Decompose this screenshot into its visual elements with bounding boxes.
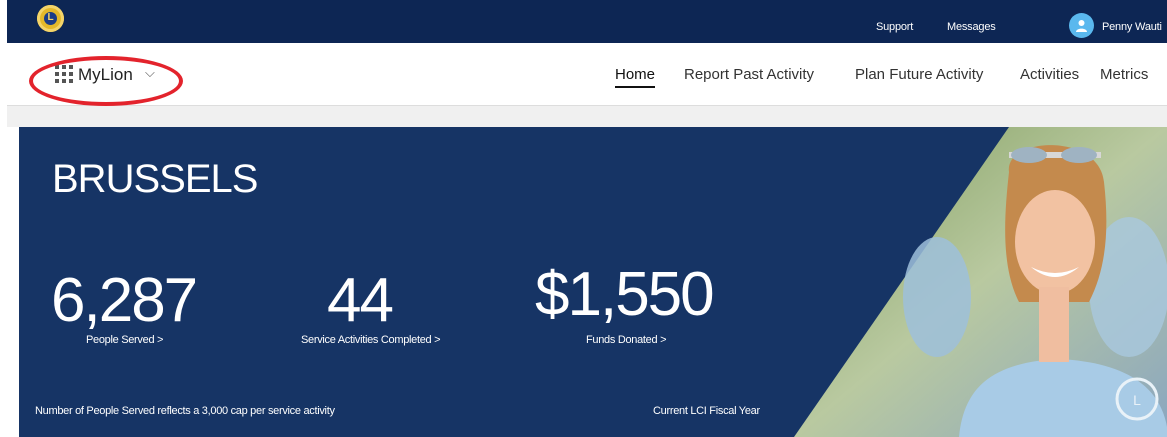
lions-logo[interactable]: L bbox=[37, 5, 64, 32]
city-title: BRUSSELS bbox=[52, 157, 258, 201]
page-spacer bbox=[7, 106, 1167, 127]
support-link[interactable]: Support bbox=[876, 21, 913, 33]
logo-letter: L bbox=[47, 12, 54, 23]
user-avatar[interactable] bbox=[1069, 13, 1094, 38]
top-utility-bar: L Support Messages Penny Wauti bbox=[7, 0, 1167, 43]
nav-home[interactable]: Home bbox=[615, 66, 656, 88]
nav-plan-future-activity[interactable]: Plan Future Activity bbox=[855, 66, 983, 83]
service-activities-value: 44 bbox=[327, 266, 394, 335]
nav-activities[interactable]: Activities bbox=[1020, 66, 1079, 83]
people-served-footnote: Number of People Served reflects a 3,000… bbox=[35, 405, 335, 417]
funds-donated-link[interactable]: Funds Donated > bbox=[586, 334, 667, 346]
funds-donated-value: $1,550 bbox=[535, 260, 715, 329]
user-icon bbox=[1076, 20, 1087, 32]
nav-report-past-activity[interactable]: Report Past Activity bbox=[684, 66, 814, 83]
page-margin bbox=[0, 0, 7, 437]
fiscal-year-note: Current LCI Fiscal Year bbox=[653, 405, 760, 417]
hero-banner: L BRUSSELS 6,287 People Served > 44 Serv… bbox=[19, 127, 1167, 437]
messages-link[interactable]: Messages bbox=[947, 21, 996, 33]
svg-text:L: L bbox=[1133, 392, 1141, 408]
user-name[interactable]: Penny Wauti bbox=[1102, 21, 1162, 33]
nav-metrics[interactable]: Metrics bbox=[1100, 66, 1148, 83]
people-served-link[interactable]: People Served > bbox=[86, 334, 163, 346]
people-served-value: 6,287 bbox=[51, 266, 198, 335]
service-activities-link[interactable]: Service Activities Completed > bbox=[301, 334, 441, 346]
highlight-annotation bbox=[29, 56, 183, 106]
